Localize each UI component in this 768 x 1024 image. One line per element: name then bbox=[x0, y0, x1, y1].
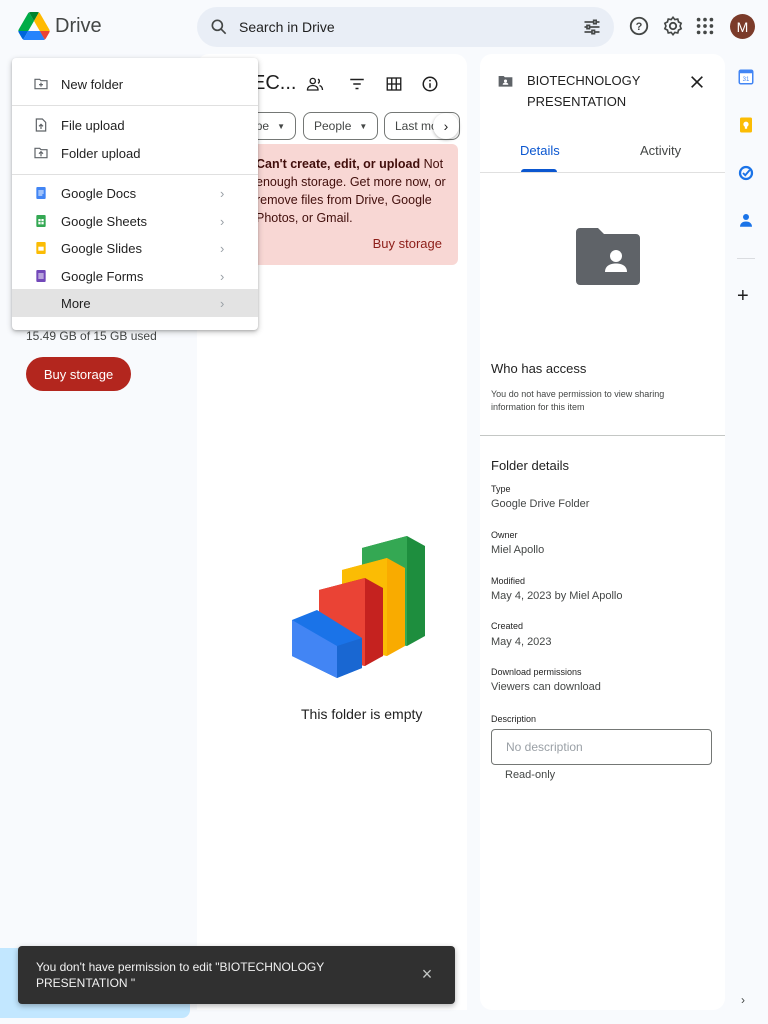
apps-grid-icon[interactable] bbox=[694, 15, 716, 37]
keep-icon[interactable] bbox=[737, 116, 755, 134]
details-title: BIOTECHNOLOGY PRESENTATION bbox=[527, 73, 641, 109]
docs-icon bbox=[36, 187, 46, 199]
modified-value: May 4, 2023 by Miel Apollo bbox=[491, 590, 623, 602]
storage-alert: Can't create, edit, or upload Not enough… bbox=[250, 144, 458, 265]
owner-value: Miel Apollo bbox=[491, 544, 545, 556]
buy-storage-button[interactable]: Buy storage bbox=[26, 357, 131, 391]
calendar-icon[interactable]: 31 bbox=[737, 68, 755, 86]
top-bar: Drive ? M bbox=[0, 0, 768, 54]
description-field bbox=[491, 729, 712, 765]
alert-buy-storage-link[interactable]: Buy storage bbox=[373, 236, 442, 251]
menu-item-folder-upload[interactable]: Folder upload bbox=[12, 140, 258, 166]
filter-icon[interactable] bbox=[348, 75, 366, 93]
rail-divider bbox=[737, 258, 755, 259]
description-input bbox=[492, 730, 711, 764]
permission-snackbar: You don't have permission to edit "BIOTE… bbox=[18, 946, 455, 1004]
empty-folder-text: This folder is empty bbox=[301, 706, 423, 722]
menu-divider bbox=[12, 174, 258, 175]
folder-details-heading: Folder details bbox=[491, 458, 570, 473]
new-folder-icon bbox=[34, 78, 48, 90]
access-permission-text: You do not have permission to view shari… bbox=[491, 389, 665, 412]
drive-logo-icon[interactable] bbox=[18, 12, 50, 40]
submenu-chevron-icon: › bbox=[220, 213, 225, 229]
info-icon[interactable] bbox=[421, 75, 439, 93]
grid-view-icon[interactable] bbox=[385, 75, 403, 93]
shared-folder-large-icon bbox=[576, 228, 640, 285]
help-icon[interactable]: ? bbox=[628, 15, 650, 37]
chips-scroll-right-icon[interactable]: › bbox=[433, 113, 459, 139]
submenu-chevron-icon: › bbox=[220, 295, 225, 311]
storage-usage: 15.49 GB of 15 GB used bbox=[26, 329, 157, 343]
read-only-hint: Read-only bbox=[505, 769, 556, 781]
menu-item-more[interactable]: More › bbox=[12, 289, 258, 317]
menu-item-file-upload[interactable]: File upload bbox=[12, 112, 258, 138]
share-people-icon[interactable] bbox=[306, 75, 324, 93]
add-addon-icon[interactable]: + bbox=[737, 286, 749, 306]
folder-upload-icon bbox=[34, 147, 48, 159]
menu-item-google-docs[interactable]: Google Docs › bbox=[12, 180, 258, 206]
show-side-panel-icon[interactable]: › bbox=[741, 993, 745, 1007]
tab-details[interactable]: Details bbox=[520, 143, 560, 158]
download-permissions-value: Viewers can download bbox=[491, 681, 601, 693]
app-name: Drive bbox=[55, 15, 102, 37]
shared-folder-icon bbox=[498, 76, 513, 87]
settings-icon[interactable] bbox=[662, 15, 684, 37]
slides-icon bbox=[36, 242, 46, 254]
dropdown-caret-icon: ▼ bbox=[359, 121, 368, 131]
tasks-icon[interactable] bbox=[737, 164, 755, 182]
svg-text:?: ? bbox=[636, 21, 643, 33]
type-value: Google Drive Folder bbox=[491, 498, 590, 510]
menu-item-google-forms[interactable]: Google Forms › bbox=[12, 263, 258, 289]
menu-item-new-folder[interactable]: New folder bbox=[12, 71, 258, 97]
created-value: May 4, 2023 bbox=[491, 636, 552, 648]
menu-item-google-slides[interactable]: Google Slides › bbox=[12, 235, 258, 261]
dropdown-caret-icon: ▼ bbox=[277, 121, 285, 131]
forms-icon bbox=[36, 270, 46, 282]
contacts-icon[interactable] bbox=[737, 211, 755, 229]
section-divider bbox=[480, 435, 725, 436]
snackbar-message: You don't have permission to edit "BIOTE… bbox=[36, 960, 325, 990]
submenu-chevron-icon: › bbox=[220, 240, 225, 256]
who-has-access-heading: Who has access bbox=[491, 361, 587, 376]
type-label: Type bbox=[491, 484, 511, 494]
menu-item-google-sheets[interactable]: Google Sheets › bbox=[12, 208, 258, 234]
svg-text:31: 31 bbox=[743, 77, 750, 83]
created-label: Created bbox=[491, 621, 524, 631]
people-filter-chip[interactable]: People ▼ bbox=[303, 112, 379, 140]
search-icon[interactable] bbox=[209, 17, 229, 37]
empty-folder-illustration bbox=[292, 536, 425, 678]
snackbar-close-icon[interactable]: × bbox=[419, 965, 435, 983]
modified-label: Modified bbox=[491, 576, 526, 586]
owner-label: Owner bbox=[491, 530, 518, 540]
submenu-chevron-icon: › bbox=[220, 268, 225, 284]
submenu-chevron-icon: › bbox=[220, 185, 225, 201]
download-permissions-label: Download permissions bbox=[491, 667, 582, 677]
description-label: Description bbox=[491, 714, 537, 724]
account-avatar[interactable]: M bbox=[730, 14, 755, 39]
search-options-icon[interactable] bbox=[582, 17, 602, 37]
file-upload-icon bbox=[35, 118, 47, 132]
search-bar[interactable] bbox=[197, 7, 614, 47]
folder-title[interactable]: EC... bbox=[252, 72, 296, 95]
tab-activity[interactable]: Activity bbox=[640, 143, 681, 158]
new-item-menu: New folder File upload Folder upload Goo… bbox=[12, 58, 258, 330]
tabs-divider bbox=[480, 172, 725, 173]
close-icon[interactable] bbox=[689, 74, 705, 90]
menu-divider bbox=[12, 105, 258, 106]
search-input[interactable] bbox=[239, 7, 569, 47]
sheets-icon bbox=[36, 215, 46, 227]
alert-message: Can't create, edit, or upload Not enough… bbox=[256, 157, 446, 225]
